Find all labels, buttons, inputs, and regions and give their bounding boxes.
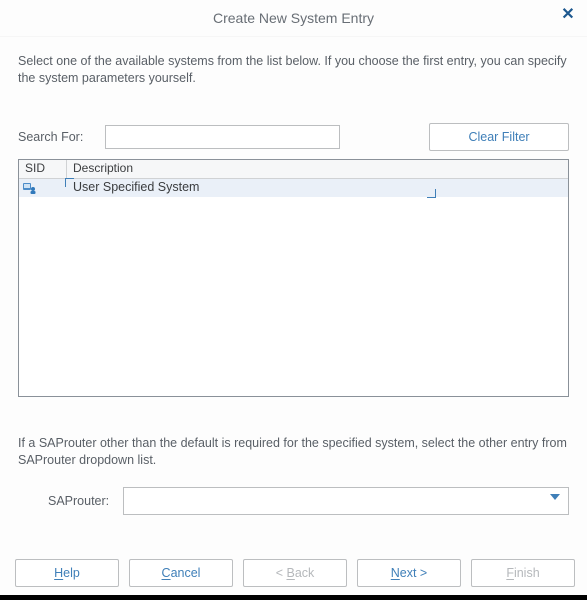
header-sid: SID	[19, 160, 67, 178]
search-label: Search For:	[18, 130, 83, 144]
dialog-title: Create New System Entry	[213, 10, 374, 26]
user-system-icon	[23, 182, 36, 194]
header-description: Description	[67, 160, 568, 178]
help-button[interactable]: Help	[15, 559, 119, 587]
bottom-strip	[0, 595, 587, 600]
cell-sid	[19, 179, 67, 197]
saprouter-dropdown[interactable]	[123, 487, 569, 515]
table-row[interactable]: User Specified System	[19, 179, 568, 197]
systems-table[interactable]: SID Description User Specified System	[18, 159, 569, 397]
next-label: Next >	[391, 566, 427, 580]
button-bar: Help Cancel < Back Next > Finish	[0, 559, 587, 587]
search-input[interactable]	[105, 125, 340, 149]
instructions-text: Select one of the available systems from…	[0, 37, 587, 113]
selection-corner	[427, 189, 436, 198]
title-bar: Create New System Entry ✕	[0, 0, 587, 37]
close-icon[interactable]: ✕	[559, 6, 577, 24]
back-button: < Back	[243, 559, 347, 587]
finish-button: Finish	[471, 559, 575, 587]
cancel-label: Cancel	[162, 566, 201, 580]
saprouter-note: If a SAProuter other than the default is…	[0, 397, 587, 469]
cancel-button[interactable]: Cancel	[129, 559, 233, 587]
search-left: Search For:	[18, 125, 340, 149]
next-button[interactable]: Next >	[357, 559, 461, 587]
help-label: Help	[54, 566, 80, 580]
finish-label: Finish	[506, 566, 539, 580]
search-row: Search For: Clear Filter	[0, 113, 587, 159]
clear-filter-button[interactable]: Clear Filter	[429, 123, 569, 151]
chevron-down-icon	[550, 494, 560, 500]
dialog-window: Create New System Entry ✕ Select one of …	[0, 0, 587, 595]
back-label: < Back	[276, 566, 315, 580]
saprouter-label: SAProuter:	[48, 494, 109, 508]
cell-description: User Specified System	[67, 179, 568, 197]
selection-corner	[65, 178, 74, 187]
saprouter-row: SAProuter:	[0, 469, 587, 515]
table-header: SID Description	[19, 160, 568, 179]
